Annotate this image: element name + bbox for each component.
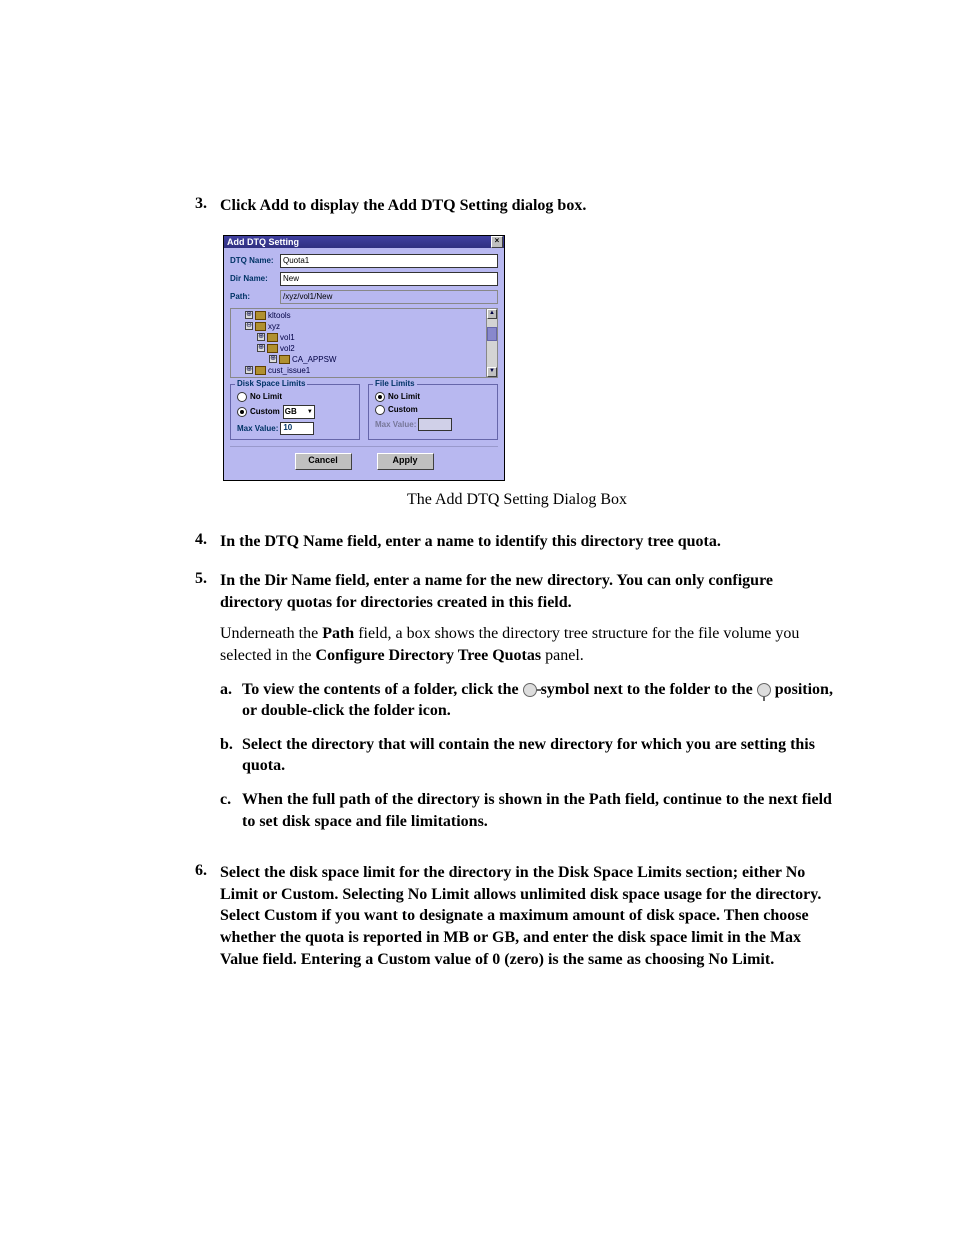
unit-select[interactable]: GB ▼ bbox=[283, 405, 315, 419]
tree-scrollbar[interactable]: ▲ ▼ bbox=[486, 309, 497, 377]
path-label: Path: bbox=[230, 292, 280, 301]
tree-toggle-icon[interactable]: ⊕ bbox=[257, 344, 265, 352]
tree-toggle-icon[interactable]: ⊕ bbox=[245, 366, 253, 374]
sub-text: When the full path of the directory is s… bbox=[242, 789, 839, 832]
step-5c: c. When the full path of the directory i… bbox=[220, 789, 839, 832]
step-number: 5. bbox=[195, 570, 220, 844]
step-number: 6. bbox=[195, 862, 220, 970]
sub-label: c. bbox=[220, 789, 242, 832]
txt: panel. bbox=[541, 647, 584, 664]
step-6: 6. Select the disk space limit for the d… bbox=[195, 862, 839, 970]
step-5: 5. In the Dir Name field, enter a name f… bbox=[195, 570, 839, 844]
step-3: 3. Click Add to display the Add DTQ Sett… bbox=[195, 195, 839, 217]
dialog-title: Add DTQ Setting bbox=[227, 237, 299, 247]
folder-icon bbox=[255, 322, 266, 331]
tree-label[interactable]: xyz bbox=[268, 321, 280, 332]
dtq-name-label: DTQ Name: bbox=[230, 256, 280, 265]
folder-icon bbox=[267, 344, 278, 353]
unit-value: GB bbox=[285, 407, 297, 416]
step-5b: b. Select the directory that will contai… bbox=[220, 734, 839, 777]
dir-name-label: Dir Name: bbox=[230, 274, 280, 283]
custom-files-label: Custom bbox=[388, 405, 418, 414]
tree-label[interactable]: kltools bbox=[268, 310, 291, 321]
step-text: In the DTQ Name field, enter a name to i… bbox=[220, 531, 839, 553]
bold-panel: Configure Directory Tree Quotas bbox=[316, 647, 542, 664]
dialog-titlebar[interactable]: Add DTQ Setting × bbox=[224, 236, 504, 248]
dtq-name-input[interactable]: Quota1 bbox=[280, 254, 498, 268]
disk-space-limits-group: Disk Space Limits No Limit Custom GB▼ Ma… bbox=[230, 384, 360, 440]
dialog-figure: Add DTQ Setting × DTQ Name: Quota1 Dir N… bbox=[223, 235, 839, 481]
tree-toggle-icon[interactable]: ⊕ bbox=[269, 355, 277, 363]
add-dtq-dialog: Add DTQ Setting × DTQ Name: Quota1 Dir N… bbox=[223, 235, 505, 481]
directory-tree[interactable]: ⊕kltools ⊖xyz ⊕vol1 ⊕vol2 ⊕CA_APPSW ⊕cus… bbox=[230, 308, 498, 378]
sub-label: a. bbox=[220, 679, 242, 722]
step-5-paragraph: Underneath the Path field, a box shows t… bbox=[220, 623, 839, 666]
nolimit-label: No Limit bbox=[250, 392, 282, 401]
expand-open-icon bbox=[757, 683, 771, 697]
step-text: Select the disk space limit for the dire… bbox=[220, 862, 839, 970]
radio-nolimit[interactable] bbox=[237, 392, 247, 402]
tree-toggle-icon[interactable]: ⊖ bbox=[245, 322, 253, 330]
file-limits-legend: File Limits bbox=[373, 379, 417, 388]
max-value-input[interactable]: 10 bbox=[280, 422, 314, 435]
tree-label[interactable]: vol2 bbox=[280, 343, 295, 354]
max-value-files-label: Max Value: bbox=[375, 420, 416, 429]
file-limits-group: File Limits No Limit Custom Max Value: bbox=[368, 384, 498, 440]
nolimit-files-label: No Limit bbox=[388, 392, 420, 401]
radio-custom[interactable] bbox=[237, 407, 247, 417]
apply-button[interactable]: Apply bbox=[377, 453, 434, 470]
close-icon[interactable]: × bbox=[491, 236, 503, 248]
step-text: In the Dir Name field, enter a name for … bbox=[220, 570, 839, 613]
tree-label[interactable]: CA_APPSW bbox=[292, 354, 336, 365]
folder-icon bbox=[255, 366, 266, 375]
cancel-button[interactable]: Cancel bbox=[295, 453, 352, 470]
tree-toggle-icon[interactable]: ⊕ bbox=[245, 311, 253, 319]
folder-icon bbox=[267, 333, 278, 342]
step-list-cont: 4. In the DTQ Name field, enter a name t… bbox=[195, 531, 839, 971]
txt: To view the contents of a folder, click … bbox=[242, 681, 523, 698]
scroll-thumb[interactable] bbox=[487, 327, 497, 341]
step-number: 4. bbox=[195, 531, 220, 553]
tree-toggle-icon[interactable]: ⊕ bbox=[257, 333, 265, 341]
radio-nolimit-files[interactable] bbox=[375, 392, 385, 402]
scroll-up-icon[interactable]: ▲ bbox=[487, 309, 497, 319]
figure-caption: The Add DTQ Setting Dialog Box bbox=[195, 491, 839, 509]
radio-custom-files[interactable] bbox=[375, 405, 385, 415]
path-display: /xyz/vol1/New bbox=[280, 290, 498, 304]
bold-path: Path bbox=[322, 625, 354, 642]
step-number: 3. bbox=[195, 195, 220, 217]
max-value-files-input bbox=[418, 418, 452, 431]
expand-closed-icon bbox=[523, 683, 537, 697]
folder-icon bbox=[279, 355, 290, 364]
step-text: Click Add to display the Add DTQ Setting… bbox=[220, 195, 839, 217]
sub-label: b. bbox=[220, 734, 242, 777]
tree-label[interactable]: vol1 bbox=[280, 332, 295, 343]
disk-space-legend: Disk Space Limits bbox=[235, 379, 307, 388]
dialog-body: DTQ Name: Quota1 Dir Name: New Path: /xy… bbox=[224, 248, 504, 480]
document-page: 3. Click Add to display the Add DTQ Sett… bbox=[0, 0, 954, 1048]
step-4: 4. In the DTQ Name field, enter a name t… bbox=[195, 531, 839, 553]
chevron-down-icon: ▼ bbox=[307, 409, 313, 415]
dir-name-input[interactable]: New bbox=[280, 272, 498, 286]
tree-label[interactable]: cust_issue1 bbox=[268, 365, 310, 376]
sub-list: a. To view the contents of a folder, cli… bbox=[220, 679, 839, 833]
step-5a: a. To view the contents of a folder, cli… bbox=[220, 679, 839, 722]
sub-text: To view the contents of a folder, click … bbox=[242, 679, 839, 722]
txt: symbol next to the folder to the bbox=[541, 681, 757, 698]
sub-text: Select the directory that will contain t… bbox=[242, 734, 839, 777]
custom-label: Custom bbox=[250, 407, 280, 416]
scroll-down-icon[interactable]: ▼ bbox=[487, 367, 497, 377]
step-list: 3. Click Add to display the Add DTQ Sett… bbox=[195, 195, 839, 217]
max-value-label: Max Value: bbox=[237, 424, 278, 433]
txt: Underneath the bbox=[220, 625, 322, 642]
folder-icon bbox=[255, 311, 266, 320]
